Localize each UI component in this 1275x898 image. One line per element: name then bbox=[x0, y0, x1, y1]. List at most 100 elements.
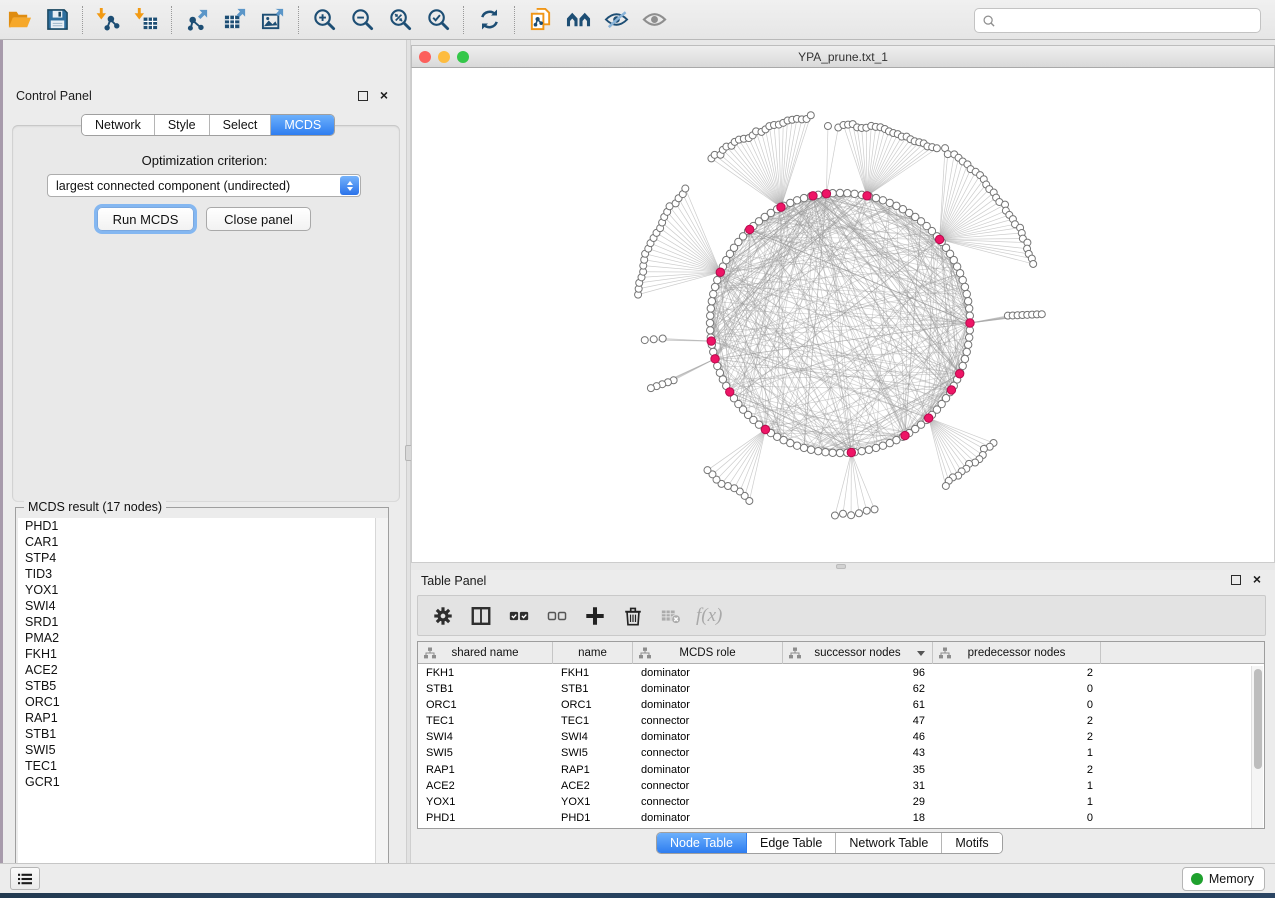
mcds-result-item[interactable]: TID3 bbox=[18, 566, 388, 582]
column-header-name[interactable]: name bbox=[553, 642, 633, 664]
search-input[interactable] bbox=[996, 14, 1260, 28]
network-graph[interactable] bbox=[412, 68, 1274, 561]
graph-node[interactable] bbox=[1030, 260, 1037, 267]
table-row[interactable]: SWI5SWI5connector431 bbox=[418, 746, 1253, 762]
graph-node[interactable] bbox=[966, 327, 973, 334]
graph-node[interactable] bbox=[793, 442, 800, 449]
column-header-successor-nodes[interactable]: successor nodes bbox=[783, 642, 933, 664]
add-column-button[interactable] bbox=[580, 601, 610, 631]
column-header-MCDS-role[interactable]: MCDS role bbox=[633, 642, 783, 664]
graph-node[interactable] bbox=[807, 446, 814, 453]
delete-table-button[interactable] bbox=[656, 601, 686, 631]
mcds-list-scrollbar[interactable] bbox=[375, 518, 388, 877]
graph-mcds-node[interactable] bbox=[947, 386, 955, 394]
graph-node[interactable] bbox=[963, 348, 970, 355]
graph-node[interactable] bbox=[714, 276, 721, 283]
graph-mcds-node[interactable] bbox=[955, 370, 963, 378]
graph-node[interactable] bbox=[956, 270, 963, 277]
open-button[interactable] bbox=[2, 4, 36, 36]
graph-mcds-node[interactable] bbox=[809, 192, 817, 200]
scrollbar-thumb[interactable] bbox=[1254, 669, 1262, 769]
graph-node[interactable] bbox=[831, 512, 838, 519]
graph-mcds-node[interactable] bbox=[707, 337, 715, 345]
graph-mcds-node[interactable] bbox=[966, 319, 974, 327]
mcds-result-item[interactable]: PHD1 bbox=[18, 518, 388, 534]
table-row[interactable]: ORC1ORC1dominator610 bbox=[418, 697, 1253, 713]
graph-node[interactable] bbox=[966, 312, 973, 319]
mcds-result-item[interactable]: SWI4 bbox=[18, 598, 388, 614]
mcds-result-item[interactable]: SWI5 bbox=[18, 742, 388, 758]
graph-node[interactable] bbox=[707, 305, 714, 312]
zoom-in-button[interactable] bbox=[307, 4, 341, 36]
graph-mcds-node[interactable] bbox=[935, 235, 943, 243]
graph-node[interactable] bbox=[707, 312, 714, 319]
horizontal-splitter[interactable] bbox=[411, 563, 1275, 570]
graph-mcds-node[interactable] bbox=[847, 448, 855, 456]
column-header-shared-name[interactable]: shared name bbox=[418, 642, 553, 664]
function-builder-button[interactable]: f(x) bbox=[696, 605, 722, 627]
table-row[interactable]: RAP1RAP1dominator352 bbox=[418, 762, 1253, 778]
duplicate-network-button[interactable] bbox=[523, 4, 557, 36]
graph-node[interactable] bbox=[839, 510, 846, 517]
graph-node[interactable] bbox=[961, 283, 968, 290]
graph-node[interactable] bbox=[959, 362, 966, 369]
column-header-predecessor-nodes[interactable]: predecessor nodes bbox=[933, 642, 1101, 664]
graph-node[interactable] bbox=[682, 185, 689, 192]
export-network-button[interactable] bbox=[180, 4, 214, 36]
tab-motifs[interactable]: Motifs bbox=[942, 833, 1001, 853]
graph-node[interactable] bbox=[800, 194, 807, 201]
show-column-button[interactable] bbox=[466, 601, 496, 631]
graph-node[interactable] bbox=[647, 385, 654, 392]
zoom-fit-button[interactable] bbox=[383, 4, 417, 36]
graph-mcds-node[interactable] bbox=[901, 431, 909, 439]
graph-mcds-node[interactable] bbox=[716, 268, 724, 276]
graph-node[interactable] bbox=[865, 446, 872, 453]
table-row[interactable]: ACE2ACE2connector311 bbox=[418, 778, 1253, 794]
graph-node[interactable] bbox=[829, 449, 836, 456]
mcds-result-list[interactable]: PHD1CAR1STP4TID3YOX1SWI4SRD1PMA2FKH1ACE2… bbox=[18, 518, 388, 877]
graph-node[interactable] bbox=[711, 283, 718, 290]
graph-node[interactable] bbox=[965, 305, 972, 312]
graph-node[interactable] bbox=[933, 145, 940, 152]
graph-node[interactable] bbox=[659, 335, 666, 342]
mcds-result-item[interactable]: STP4 bbox=[18, 550, 388, 566]
graph-mcds-node[interactable] bbox=[822, 190, 830, 198]
graph-node[interactable] bbox=[800, 444, 807, 451]
first-neighbors-button[interactable] bbox=[561, 4, 595, 36]
graph-node[interactable] bbox=[851, 190, 858, 197]
graph-node[interactable] bbox=[844, 190, 851, 197]
graph-node[interactable] bbox=[787, 199, 794, 206]
show-all-button[interactable] bbox=[637, 4, 671, 36]
tab-network-table[interactable]: Network Table bbox=[836, 833, 942, 853]
optimization-criterion-select[interactable]: largest connected component (undirected) bbox=[47, 174, 361, 197]
mcds-result-item[interactable]: FKH1 bbox=[18, 646, 388, 662]
graph-node[interactable] bbox=[815, 447, 822, 454]
graph-node[interactable] bbox=[863, 507, 870, 514]
table-row[interactable]: SWI4SWI4dominator462 bbox=[418, 730, 1253, 746]
tab-mcds[interactable]: MCDS bbox=[271, 115, 334, 135]
zoom-out-button[interactable] bbox=[345, 4, 379, 36]
graph-node[interactable] bbox=[964, 298, 971, 305]
export-table-button[interactable] bbox=[218, 4, 252, 36]
close-panel-icon[interactable]: × bbox=[1253, 571, 1261, 587]
graph-node[interactable] bbox=[963, 290, 970, 297]
graph-node[interactable] bbox=[650, 336, 657, 343]
graph-node[interactable] bbox=[706, 319, 713, 326]
float-window-icon[interactable] bbox=[1231, 575, 1241, 585]
graph-mcds-node[interactable] bbox=[745, 225, 753, 233]
graph-node[interactable] bbox=[1038, 311, 1045, 318]
delete-column-button[interactable] bbox=[618, 601, 648, 631]
mcds-result-item[interactable]: YOX1 bbox=[18, 582, 388, 598]
graph-node[interactable] bbox=[872, 194, 879, 201]
float-window-icon[interactable] bbox=[358, 91, 368, 101]
refresh-button[interactable] bbox=[472, 4, 506, 36]
close-panel-icon[interactable]: × bbox=[380, 87, 388, 103]
graph-node[interactable] bbox=[704, 467, 711, 474]
task-history-button[interactable] bbox=[10, 867, 40, 890]
select-all-button[interactable] bbox=[504, 601, 534, 631]
mcds-result-item[interactable]: CAR1 bbox=[18, 534, 388, 550]
mcds-result-item[interactable]: STB5 bbox=[18, 678, 388, 694]
graph-node[interactable] bbox=[793, 197, 800, 204]
graph-node[interactable] bbox=[708, 298, 715, 305]
splitter-handle[interactable] bbox=[836, 564, 846, 569]
